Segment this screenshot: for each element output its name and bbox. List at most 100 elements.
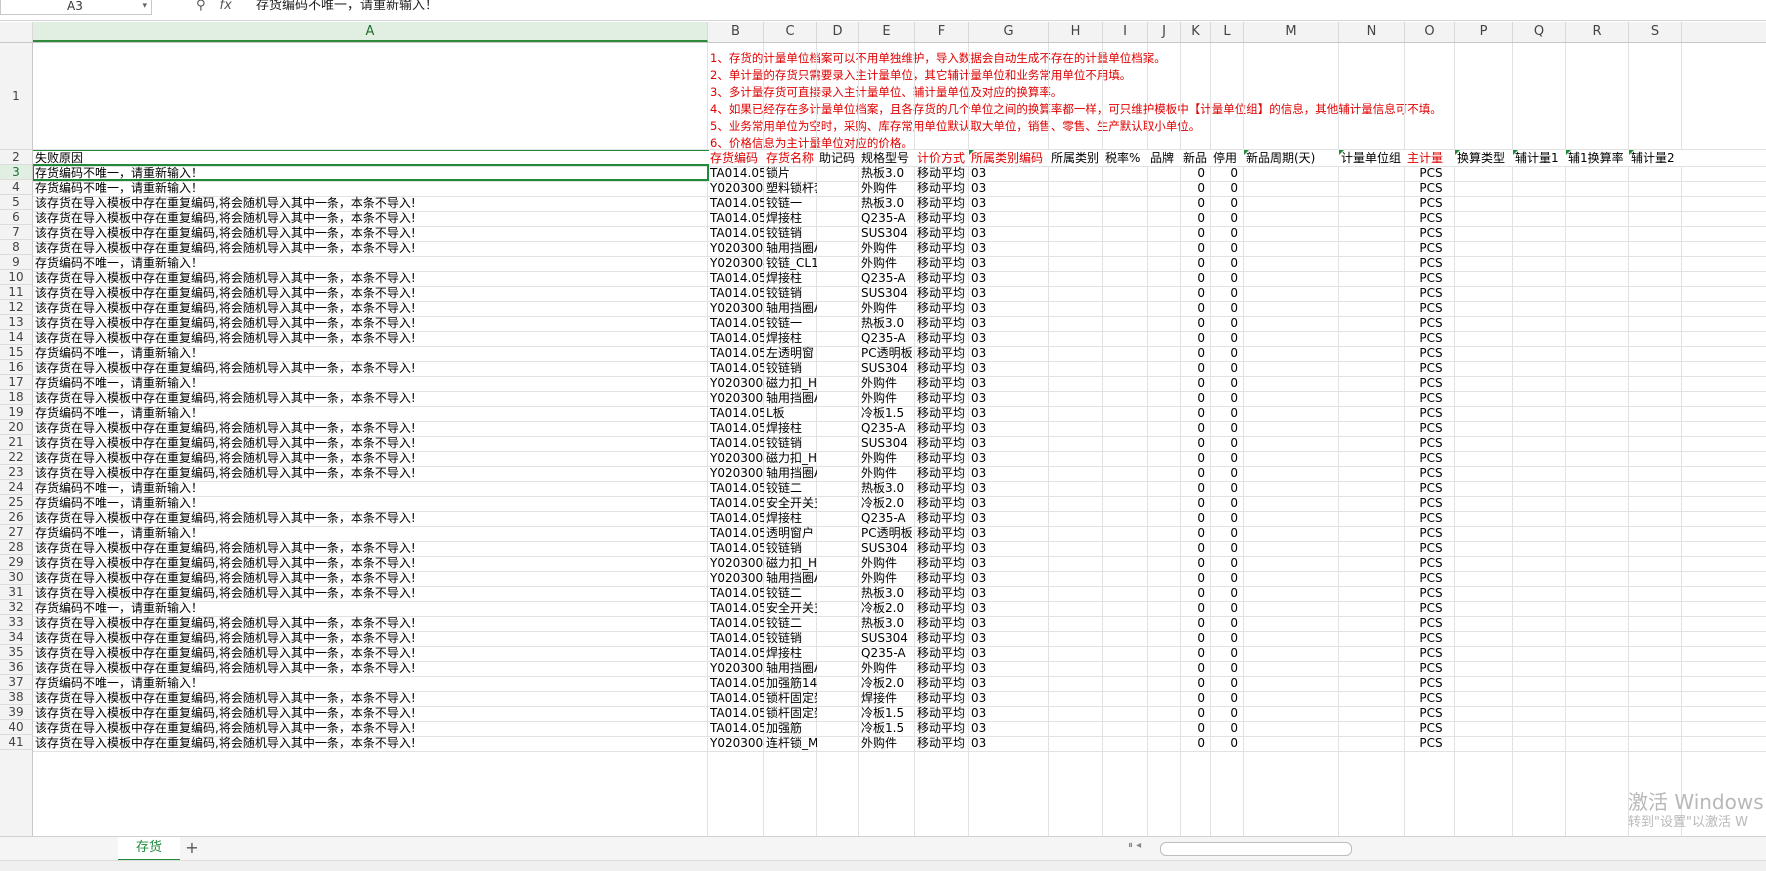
row-header-19[interactable]: 19	[0, 405, 32, 420]
table-cell[interactable]: 0	[1181, 645, 1211, 661]
table-cell[interactable]: 焊接柱	[764, 270, 817, 286]
table-cell[interactable]	[1049, 570, 1103, 586]
table-cell[interactable]	[1148, 600, 1181, 616]
table-cell[interactable]: 0	[1211, 360, 1244, 376]
table-cell[interactable]	[1049, 195, 1103, 211]
table-cell[interactable]: 存货编码不唯一，请重新输入！	[33, 480, 708, 496]
table-cell[interactable]	[1244, 255, 1339, 271]
table-cell[interactable]: 外购件	[859, 375, 915, 391]
table-cell[interactable]: 铰链销	[764, 540, 817, 556]
table-cell[interactable]	[1103, 705, 1148, 721]
table-cell[interactable]: 冷板1.5	[859, 405, 915, 421]
table-cell[interactable]	[1339, 630, 1405, 646]
table-cell[interactable]: 铰链一	[764, 195, 817, 211]
table-cell[interactable]: 移动平均	[915, 390, 969, 406]
table-cell[interactable]	[1244, 600, 1339, 616]
table-cell[interactable]: SUS304	[859, 540, 915, 556]
table-cell[interactable]: 该存货在导入模板中存在重复编码,将会随机导入其中一条，本条不导入!	[33, 570, 708, 586]
table-cell[interactable]: 移动平均	[915, 540, 969, 556]
table-cell[interactable]: Q235-A	[859, 510, 915, 526]
table-cell[interactable]: 加强筋14	[764, 675, 817, 691]
table-cell[interactable]	[1049, 285, 1103, 301]
table-cell[interactable]: 移动平均	[915, 735, 969, 751]
table-cell[interactable]	[1339, 495, 1405, 511]
table-cell[interactable]: Y0203002	[708, 240, 764, 256]
table-cell[interactable]: 0	[1181, 225, 1211, 241]
table-cell[interactable]	[1244, 645, 1339, 661]
table-cell[interactable]	[817, 405, 859, 421]
table-cell[interactable]	[1244, 510, 1339, 526]
table-cell[interactable]	[1103, 165, 1148, 181]
table-cell[interactable]: PCS	[1405, 555, 1455, 571]
table-cell[interactable]	[1148, 240, 1181, 256]
table-cell[interactable]: 焊接柱	[764, 210, 817, 226]
table-cell[interactable]: PCS	[1405, 720, 1455, 736]
table-cell[interactable]	[1103, 465, 1148, 481]
table-cell[interactable]: 0	[1211, 510, 1244, 526]
column-header-E[interactable]: E	[859, 22, 915, 42]
table-cell[interactable]	[1103, 405, 1148, 421]
table-cell[interactable]: 0	[1211, 495, 1244, 511]
table-cell[interactable]	[1244, 465, 1339, 481]
table-cell[interactable]	[1244, 570, 1339, 586]
table-cell[interactable]	[817, 690, 859, 706]
table-cell[interactable]: PCS	[1405, 570, 1455, 586]
table-cell[interactable]	[1049, 645, 1103, 661]
table-cell[interactable]	[817, 255, 859, 271]
table-cell[interactable]: 0	[1181, 195, 1211, 211]
table-cell[interactable]: PCS	[1405, 375, 1455, 391]
table-cell[interactable]	[1244, 240, 1339, 256]
table-cell[interactable]: 03	[969, 210, 1049, 226]
table-cell[interactable]: 热板3.0	[859, 165, 915, 181]
table-cell[interactable]	[1049, 375, 1103, 391]
table-cell[interactable]	[1148, 405, 1181, 421]
table-cell[interactable]	[1103, 495, 1148, 511]
table-cell[interactable]: 0	[1211, 735, 1244, 751]
table-cell[interactable]	[1049, 555, 1103, 571]
table-cell[interactable]: 0	[1181, 285, 1211, 301]
table-cell[interactable]: 移动平均	[915, 585, 969, 601]
table-cell[interactable]	[1049, 165, 1103, 181]
table-cell[interactable]	[1339, 165, 1405, 181]
add-sheet-icon[interactable]: +	[182, 837, 202, 859]
table-cell[interactable]	[1244, 630, 1339, 646]
table-cell[interactable]	[1148, 480, 1181, 496]
table-cell[interactable]: 该存货在导入模板中存在重复编码,将会随机导入其中一条，本条不导入!	[33, 240, 708, 256]
row-header-5[interactable]: 5	[0, 195, 32, 210]
column-header-A[interactable]: A	[33, 22, 708, 42]
table-cell[interactable]: 磁力扣_HFU04-45	[764, 375, 817, 391]
column-header-S[interactable]: S	[1629, 22, 1682, 42]
table-cell[interactable]	[817, 705, 859, 721]
table-cell[interactable]: 存货编码不唯一，请重新输入！	[33, 675, 708, 691]
table-cell[interactable]: 铰链销	[764, 225, 817, 241]
table-cell[interactable]: TA014.05	[708, 645, 764, 661]
table-cell[interactable]: 铰链二	[764, 615, 817, 631]
row-header-10[interactable]: 10	[0, 270, 32, 285]
table-cell[interactable]	[1148, 690, 1181, 706]
table-cell[interactable]	[1049, 495, 1103, 511]
table-cell[interactable]	[817, 525, 859, 541]
table-cell[interactable]	[1339, 240, 1405, 256]
table-cell[interactable]: 外购件	[859, 255, 915, 271]
table-cell[interactable]: 0	[1181, 660, 1211, 676]
table-cell[interactable]	[1103, 300, 1148, 316]
table-cell[interactable]: Y0203002	[708, 390, 764, 406]
table-cell[interactable]	[1148, 555, 1181, 571]
table-cell[interactable]: 0	[1211, 255, 1244, 271]
table-cell[interactable]	[1339, 270, 1405, 286]
table-cell[interactable]: 移动平均	[915, 525, 969, 541]
table-cell[interactable]	[1244, 555, 1339, 571]
header-cell[interactable]: 辅计量2	[1629, 150, 1682, 166]
table-cell[interactable]: SUS304	[859, 360, 915, 376]
row-header-41[interactable]: 41	[0, 735, 32, 750]
table-cell[interactable]	[1103, 315, 1148, 331]
table-cell[interactable]	[817, 165, 859, 181]
table-cell[interactable]	[1339, 690, 1405, 706]
table-cell[interactable]	[817, 540, 859, 556]
horizontal-scrollbar[interactable]	[1160, 842, 1352, 856]
table-cell[interactable]: 该存货在导入模板中存在重复编码,将会随机导入其中一条，本条不导入!	[33, 195, 708, 211]
table-cell[interactable]: PC透明板	[859, 345, 915, 361]
table-cell[interactable]: 该存货在导入模板中存在重复编码,将会随机导入其中一条，本条不导入!	[33, 510, 708, 526]
column-header-F[interactable]: F	[915, 22, 969, 42]
table-cell[interactable]: TA014.05	[708, 675, 764, 691]
